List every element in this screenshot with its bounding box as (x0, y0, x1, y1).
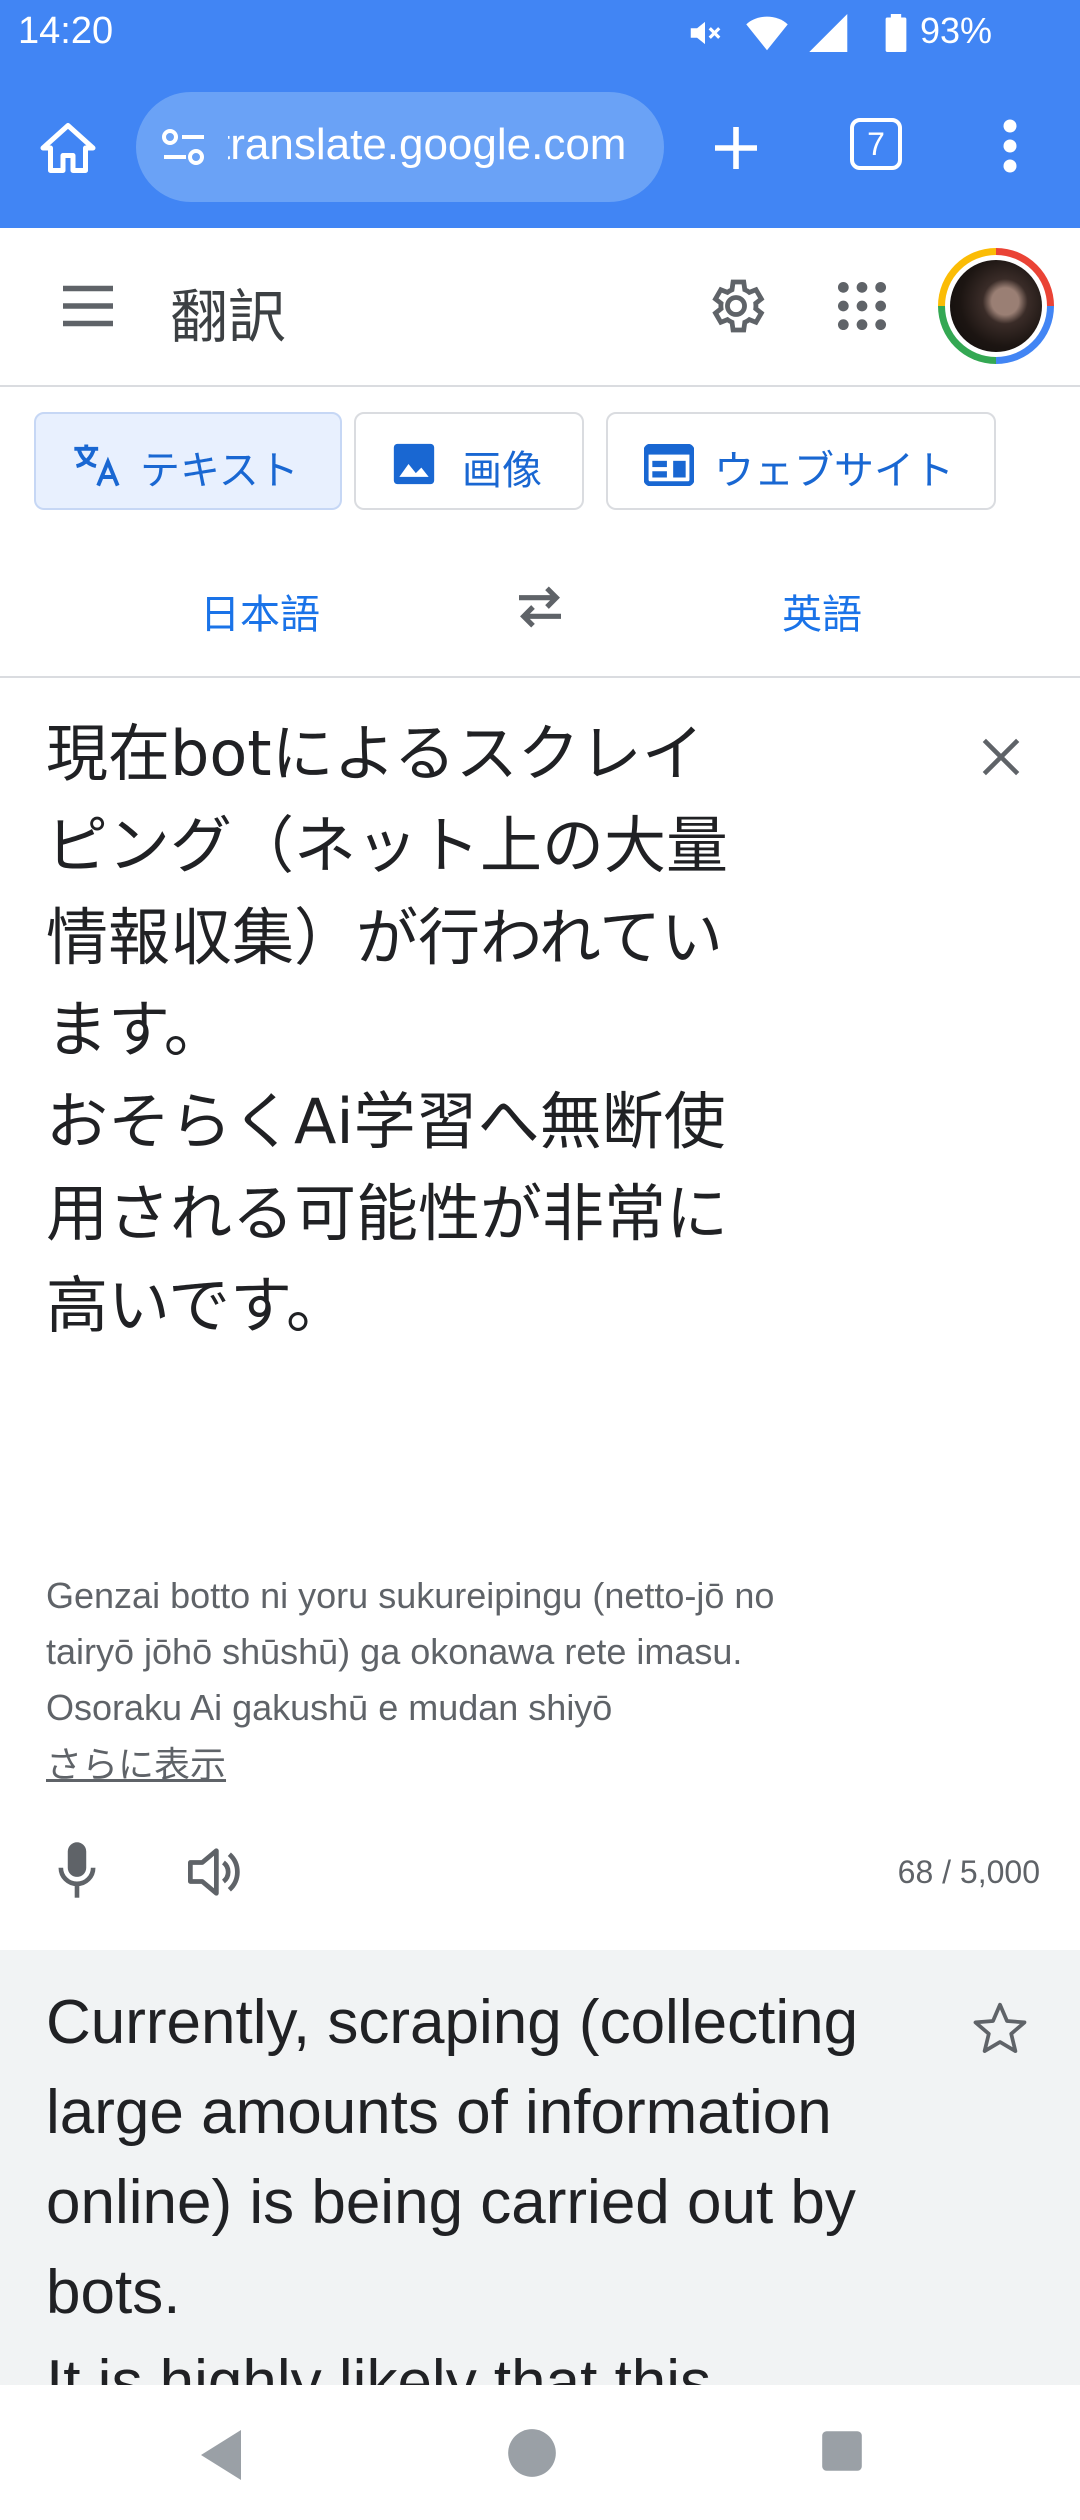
more-icon[interactable] (992, 116, 1028, 176)
page-title: 翻訳 (170, 283, 287, 351)
image-icon (393, 443, 435, 485)
back-icon[interactable] (196, 2427, 246, 2483)
menu-icon[interactable] (58, 280, 118, 332)
tab-website-label: ウェブサイト (714, 448, 954, 494)
browser-toolbar: 14:20 93% translate.google.com 7 (0, 0, 1080, 228)
source-text-input[interactable]: 現在botによるスクレイ ピング（ネット上の大量 情報収集）が行われてい ます。… (46, 708, 806, 1352)
translate-icon (74, 444, 120, 487)
app-header: 翻訳 (0, 228, 1080, 387)
system-navigation-bar (0, 2385, 1080, 2520)
tab-count: 7 (867, 126, 885, 162)
swap-icon[interactable] (512, 582, 568, 632)
battery-percentage: 93% (920, 10, 993, 51)
recents-icon[interactable] (820, 2429, 864, 2473)
tab-website[interactable]: ウェブサイト (606, 412, 996, 510)
divider (0, 676, 1080, 678)
mic-icon[interactable] (54, 1840, 100, 1900)
clear-icon[interactable] (976, 732, 1026, 782)
new-tab-icon[interactable] (708, 120, 764, 176)
cell-signal-icon (809, 14, 848, 52)
tab-image-label: 画像 (462, 448, 542, 494)
tab-image[interactable]: 画像 (354, 412, 584, 510)
home-nav-icon[interactable] (506, 2427, 558, 2479)
target-language[interactable]: 英語 (782, 582, 862, 640)
url-text: translate.google.com (228, 120, 627, 169)
character-count: 68 / 5,000 (897, 1854, 1040, 1890)
tab-text-label: テキスト (140, 448, 299, 494)
tab-text[interactable]: テキスト (34, 412, 342, 510)
battery-icon (885, 14, 907, 52)
site-info-icon[interactable] (160, 125, 208, 169)
status-time: 14:20 (18, 10, 114, 52)
source-language[interactable]: 日本語 (200, 582, 320, 640)
avatar[interactable] (938, 248, 1054, 364)
tab-switcher-icon[interactable]: 7 (850, 118, 902, 170)
wifi-icon (746, 16, 788, 51)
url-bar[interactable]: translate.google.com (136, 92, 664, 202)
translation-panel: Currently, scraping (collecting large am… (0, 1950, 1080, 2385)
apps-grid-icon[interactable] (834, 278, 890, 334)
home-icon[interactable] (38, 120, 98, 176)
translation-output: Currently, scraping (collecting large am… (46, 1988, 859, 2385)
speaker-icon[interactable] (184, 1846, 244, 1898)
website-icon (644, 444, 694, 486)
show-more-link[interactable]: さらに表示 (46, 1736, 226, 1788)
transliteration-text: Genzai botto ni yoru sukureipingu (netto… (46, 1575, 775, 1728)
star-icon[interactable] (972, 2000, 1028, 2056)
settings-icon[interactable] (704, 274, 768, 338)
mute-icon (690, 21, 721, 45)
